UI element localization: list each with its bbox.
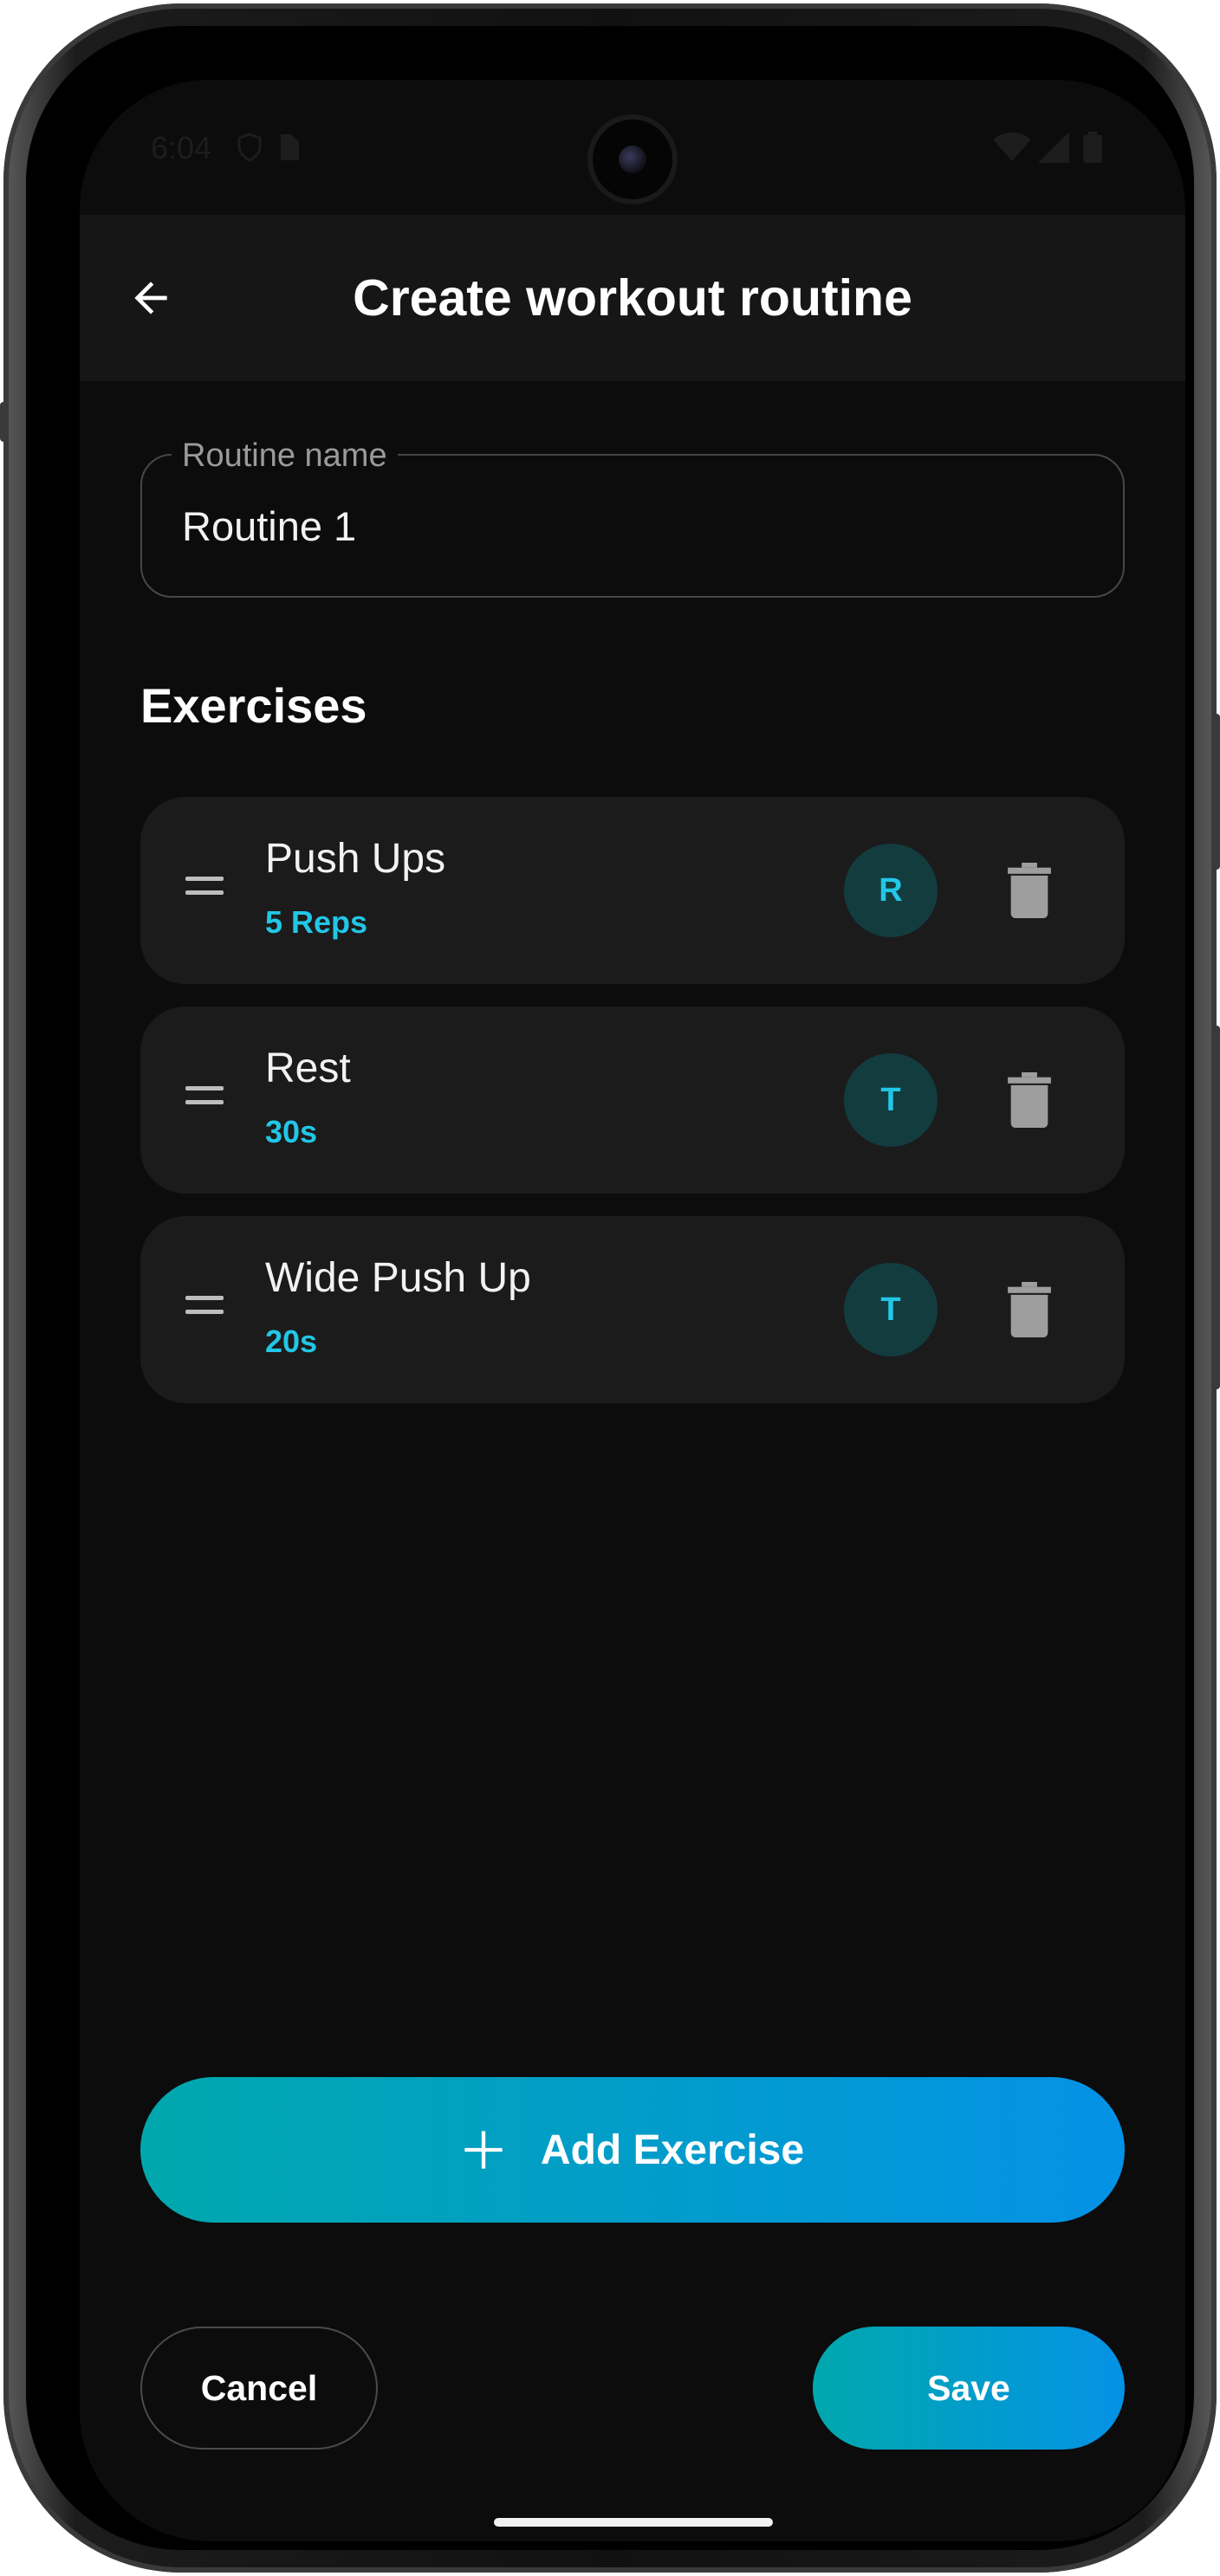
exercise-card[interactable]: Wide Push Up 20s T: [140, 1216, 1125, 1403]
add-exercise-label: Add Exercise: [540, 2126, 805, 2173]
delete-exercise-button[interactable]: [983, 1053, 1076, 1147]
trash-icon: [1008, 1072, 1051, 1128]
status-time: 6:04: [151, 130, 212, 165]
plus-icon: [464, 2131, 503, 2169]
exercise-detail: 5 Reps: [265, 904, 368, 940]
drag-handle-icon[interactable]: [185, 1296, 224, 1324]
wifi-icon: [993, 132, 1031, 167]
exercise-detail: 20s: [265, 1324, 318, 1359]
trash-icon: [1008, 1282, 1051, 1337]
cancel-button[interactable]: Cancel: [140, 2327, 378, 2450]
drag-handle-icon[interactable]: [185, 877, 224, 904]
trash-icon: [1008, 863, 1051, 918]
exercise-detail: 30s: [265, 1114, 318, 1149]
front-camera: [593, 120, 672, 199]
routine-name-field[interactable]: Routine name: [140, 437, 1125, 598]
device-bezel: 6:04 Create workout routine Routine name…: [26, 26, 1194, 2550]
save-button[interactable]: Save: [813, 2327, 1125, 2450]
battery-icon: [1083, 132, 1102, 167]
side-button: [1213, 1026, 1220, 1389]
exercise-type-badge[interactable]: T: [844, 1263, 938, 1356]
power-button: [1213, 714, 1220, 870]
signal-icon: [1038, 132, 1069, 167]
delete-exercise-button[interactable]: [983, 1263, 1076, 1356]
status-bar: 6:04: [80, 80, 1185, 211]
vpn-icon: [234, 132, 265, 167]
home-indicator[interactable]: [494, 2518, 773, 2527]
add-exercise-button[interactable]: Add Exercise: [140, 2077, 1125, 2223]
routine-name-input[interactable]: [182, 456, 1048, 596]
exercise-name: Wide Push Up: [265, 1255, 531, 1301]
delete-exercise-button[interactable]: [983, 844, 1076, 937]
sim-icon: [276, 132, 302, 167]
volume-button: [0, 402, 7, 442]
exercise-name: Rest: [265, 1045, 351, 1091]
exercise-card[interactable]: Rest 30s T: [140, 1006, 1125, 1194]
exercise-type-badge[interactable]: T: [844, 1053, 938, 1147]
app-bar: Create workout routine: [80, 215, 1185, 381]
exercise-type-badge[interactable]: R: [844, 844, 938, 937]
exercises-heading: Exercises: [140, 678, 367, 733]
exercise-card[interactable]: Push Ups 5 Reps R: [140, 797, 1125, 984]
exercise-name: Push Ups: [265, 836, 446, 882]
drag-handle-icon[interactable]: [185, 1086, 224, 1114]
screen: 6:04 Create workout routine Routine name…: [80, 80, 1185, 2541]
device-frame: 6:04 Create workout routine Routine name…: [0, 3, 1220, 2573]
page-title: Create workout routine: [353, 269, 912, 327]
